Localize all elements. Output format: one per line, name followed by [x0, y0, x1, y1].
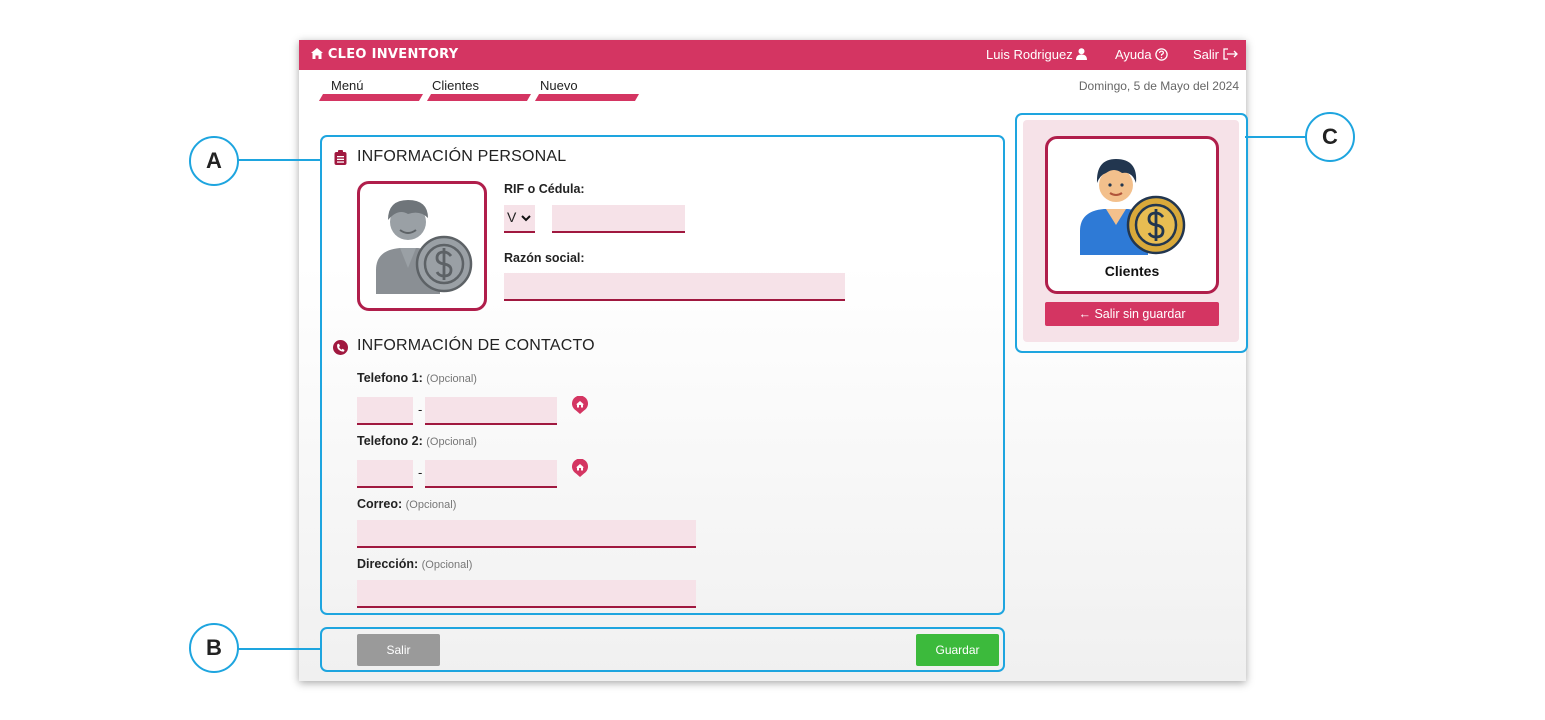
- breadcrumb-label: Clientes: [432, 78, 479, 93]
- help-link[interactable]: Ayuda: [1115, 47, 1169, 62]
- brand-logo[interactable]: CLEO INVENTORY: [311, 47, 458, 62]
- user-menu[interactable]: Luis Rodriguez: [986, 47, 1088, 62]
- help-label: Ayuda: [1115, 47, 1152, 62]
- breadcrumb-underline: [534, 94, 640, 101]
- help-icon: [1155, 48, 1169, 61]
- logout-label: Salir: [1193, 47, 1220, 62]
- breadcrumb-label: Menú: [331, 78, 364, 93]
- user-icon: [1076, 48, 1088, 60]
- annotation-box-a: [320, 135, 1005, 615]
- top-bar: CLEO INVENTORY Luis Rodriguez Ayuda Sali…: [299, 40, 1246, 70]
- breadcrumb-label: Nuevo: [540, 78, 578, 93]
- breadcrumb-underline: [318, 94, 424, 101]
- annotation-box-c: [1015, 113, 1248, 353]
- annotation-box-b: [320, 627, 1005, 672]
- breadcrumb-menu[interactable]: Menú: [318, 77, 424, 101]
- user-name: Luis Rodriguez: [986, 47, 1073, 62]
- annotation-label-c: C: [1305, 112, 1355, 162]
- annotation-leader-c: [1245, 136, 1307, 138]
- annotation-label-b: B: [189, 623, 239, 673]
- current-date: Domingo, 5 de Mayo del 2024: [1078, 79, 1239, 93]
- logout-link[interactable]: Salir: [1193, 47, 1238, 62]
- breadcrumb-clientes[interactable]: Clientes: [426, 77, 532, 101]
- logout-icon: [1222, 48, 1238, 60]
- annotation-label-a: A: [189, 136, 239, 186]
- annotation-leader-a: [237, 159, 321, 161]
- home-icon: [311, 48, 323, 59]
- breadcrumb-nuevo[interactable]: Nuevo: [534, 77, 640, 101]
- annotation-leader-b: [237, 648, 321, 650]
- brand-name: CLEO INVENTORY: [327, 47, 459, 62]
- breadcrumb-underline: [426, 94, 532, 101]
